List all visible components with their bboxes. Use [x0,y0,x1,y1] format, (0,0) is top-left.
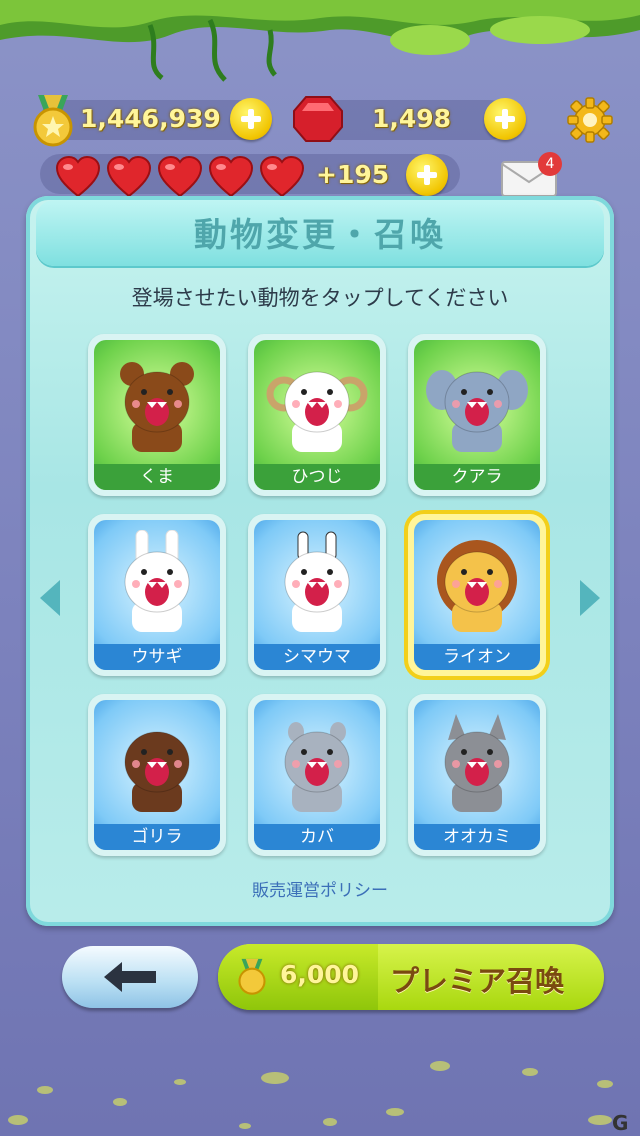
animal-label: くま [94,464,220,490]
heart-icon [55,156,101,198]
animal-card[interactable]: ゴリラ [88,694,226,856]
medal-icon [33,95,73,147]
animal-card[interactable]: ウサギ [88,514,226,676]
animal-label: ひつじ [254,464,380,490]
animal-tile: ライオン [414,520,540,670]
animal-tile: ひつじ [254,340,380,490]
animal-tile: オオカミ [414,700,540,850]
ground-decoration: G [8,1061,628,1135]
animal-label: クアラ [414,464,540,490]
premium-cost: 6,000 [280,960,360,989]
gem-amount: 1,498 [372,104,452,133]
heart-icon [208,156,254,198]
heart-icon [106,156,152,198]
animal-card[interactable]: オオカミ [408,694,546,856]
medal-icon [238,958,266,995]
sales-policy-link[interactable]: 販売運営ポリシー [26,876,614,901]
animal-tile: くま [94,340,220,490]
animal-portrait [284,722,350,812]
animal-card[interactable]: ライオン [408,514,546,676]
panel-title: 動物変更・召喚 [194,215,446,254]
animal-portrait [444,714,510,812]
animal-portrait [284,531,350,632]
gear-icon[interactable] [566,96,614,144]
animal-card[interactable]: クアラ [408,334,546,496]
heart-icon [259,156,305,198]
animal-portrait [124,731,190,812]
gem-icon [293,96,343,142]
coin-amount: 1,446,939 [80,104,221,133]
animal-label: シマウマ [254,644,380,670]
animal-card[interactable]: カバ [248,694,386,856]
hearts-extra: +195 [316,160,390,189]
animal-card[interactable]: ひつじ [248,334,386,496]
add-hearts-button[interactable] [406,154,448,196]
animal-label: ウサギ [94,644,220,670]
animal-label: ライオン [414,644,540,670]
svg-text:G: G [612,1111,628,1135]
animal-portrait [426,370,528,452]
premium-summon-button[interactable]: 6,000 プレミア召喚 [218,944,604,1010]
animal-card[interactable]: シマウマ [248,514,386,676]
animal-tile: クアラ [414,340,540,490]
mail-badge: 4 [538,152,562,176]
animal-label: オオカミ [414,824,540,850]
animal-label: カバ [254,824,380,850]
panel-instruction: 登場させたい動物をタップしてください [131,286,509,310]
back-button[interactable] [62,946,198,1008]
arrow-left-icon [104,962,156,992]
animal-tile: ウサギ [94,520,220,670]
animal-tile: シマウマ [254,520,380,670]
animal-tile: ゴリラ [94,700,220,850]
animal-portrait [266,371,368,452]
prev-page-arrow[interactable] [40,580,60,616]
animal-portrait [120,362,194,452]
jungle-leaves-decoration [0,0,640,82]
heart-icon [157,156,203,198]
animal-portrait [124,530,190,632]
animal-card[interactable]: くま [88,334,226,496]
animal-tile: カバ [254,700,380,850]
animal-label: ゴリラ [94,824,220,850]
animal-portrait [437,540,517,632]
add-gems-button[interactable] [484,98,526,140]
premium-label: プレミア召喚 [390,964,565,998]
next-page-arrow[interactable] [580,580,600,616]
add-coins-button[interactable] [230,98,272,140]
